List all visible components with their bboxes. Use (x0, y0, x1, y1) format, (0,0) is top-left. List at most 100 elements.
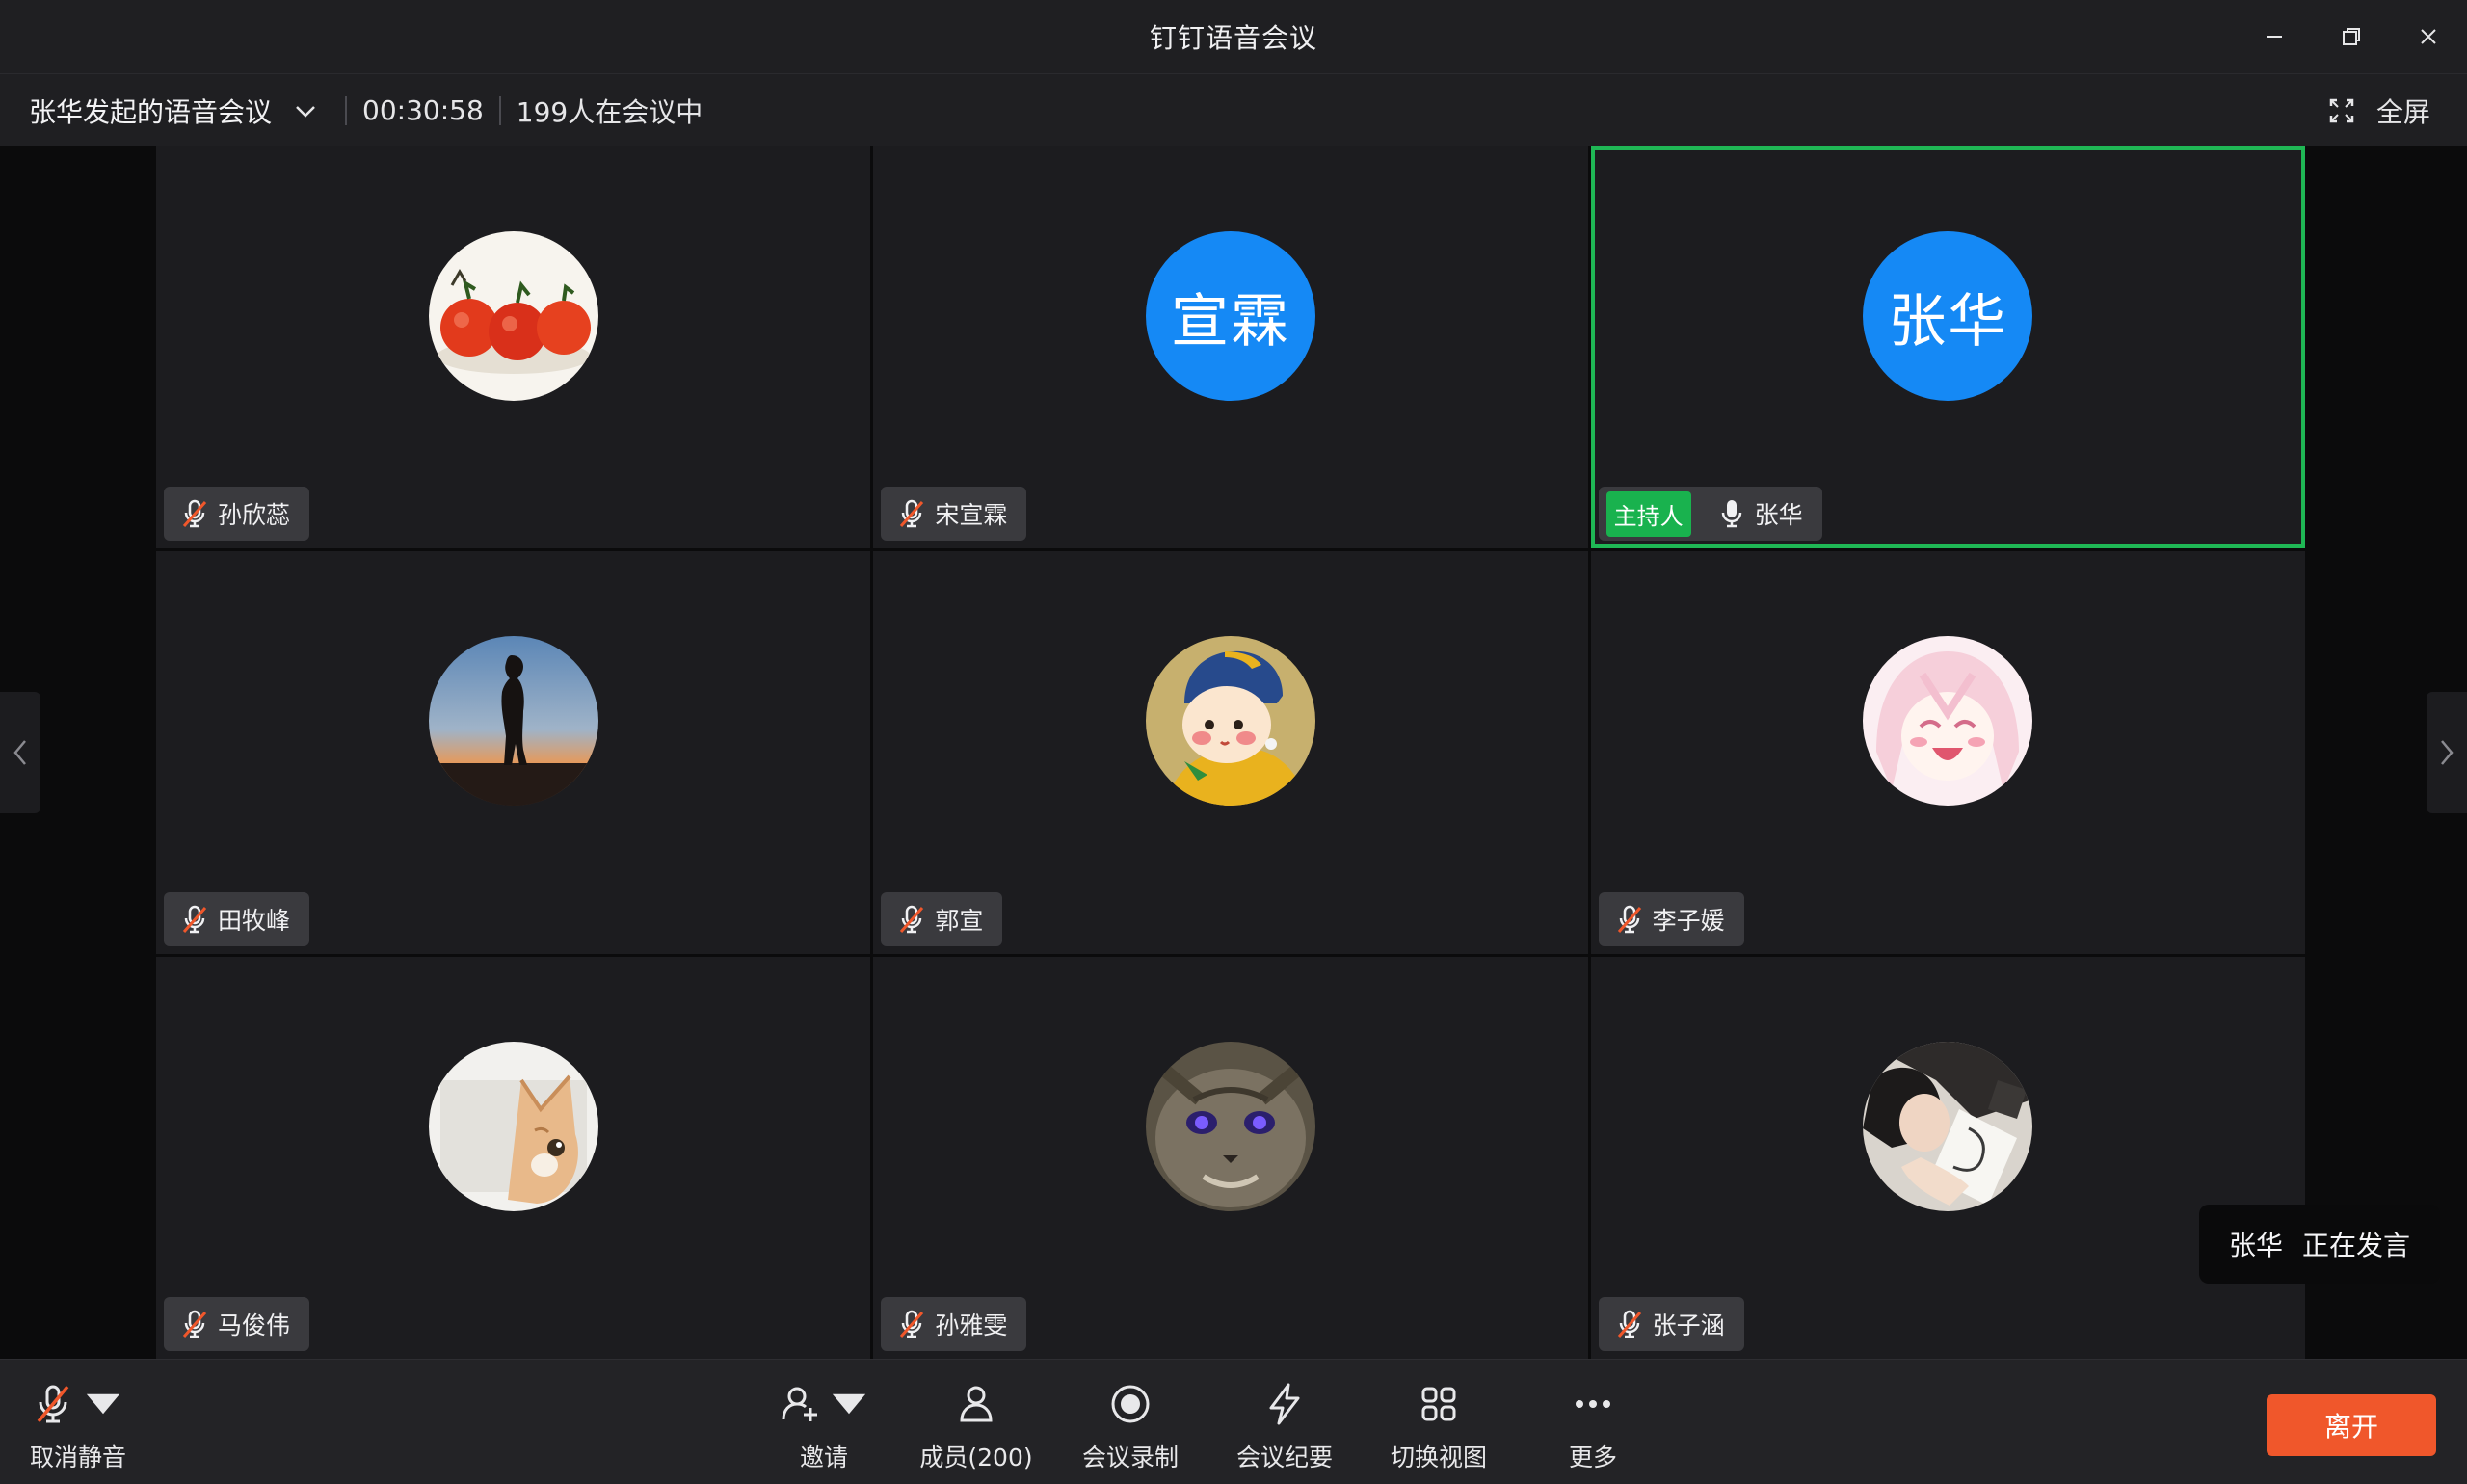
members-label: 成员(200) (919, 1444, 1033, 1471)
meeting-duration: 00:30:58 (362, 94, 484, 126)
record-icon (1111, 1385, 1150, 1423)
window-controls (2236, 0, 2467, 73)
host-badge: 主持人 (1605, 490, 1691, 537)
avatar (1145, 636, 1315, 807)
avatar (428, 231, 598, 401)
close-icon (2421, 29, 2436, 44)
window-title: 钉钉语音会议 (1149, 22, 1317, 54)
next-page-button[interactable] (2427, 692, 2467, 813)
participant-name-tag: 马俊伟 (164, 1297, 310, 1351)
participant-name: 宋宣霖 (935, 501, 1008, 530)
close-button[interactable] (2390, 0, 2467, 73)
participant-tile[interactable]: 宣霖 宋宣霖 (873, 146, 1588, 549)
invite-button[interactable]: 邀请 (761, 1379, 887, 1475)
participant-name: 孙欣蕊 (218, 501, 291, 530)
meeting-toolbar: 取消静音 邀请 成员(200) 会议录制 会议纪要 切换视图 更多 离开 (0, 1359, 2467, 1484)
meeting-info-bar: 张华发起的语音会议 00:30:58 199人在会议中 全屏 (0, 73, 2467, 146)
cartoon-girl-avatar-image (1145, 636, 1315, 807)
participant-name: 孙雅雯 (935, 1312, 1008, 1339)
caret-down-icon[interactable] (826, 1381, 872, 1427)
participant-name-tag: 郭宣 (881, 891, 1003, 946)
participant-name: 田牧峰 (218, 906, 291, 935)
video-stage: 孙欣蕊 宣霖 宋宣霖 张华 主持人 张华 田牧峰 郭宣 李子媛 马俊伟 孙雅雯 … (0, 146, 2467, 1359)
tomatoes-avatar-image (428, 231, 598, 401)
more-dots-icon (1576, 1400, 1610, 1408)
participant-name-tag: 孙欣蕊 (164, 487, 310, 542)
switch-view-button[interactable]: 切换视图 (1376, 1379, 1501, 1475)
mic-muted-icon (182, 1310, 207, 1338)
participant-tile[interactable]: 孙雅雯 (873, 956, 1588, 1359)
fullscreen-icon (2329, 98, 2354, 123)
chevron-down-icon (296, 105, 315, 118)
avatar-initials: 宣霖 (1170, 287, 1290, 356)
speaker-name: 张华 (2228, 1230, 2283, 1261)
chevron-right-icon (2441, 740, 2454, 765)
restore-button[interactable] (2313, 0, 2390, 73)
fullscreen-label: 全屏 (2375, 96, 2430, 128)
participant-name-tag: 李子媛 (1598, 891, 1744, 946)
avatar: 宣霖 (1145, 231, 1315, 401)
members-icon (960, 1386, 993, 1422)
minimize-button[interactable] (2236, 0, 2313, 73)
prev-page-button[interactable] (0, 692, 40, 813)
grid-view-icon (1421, 1387, 1456, 1421)
minutes-button[interactable]: 会议纪要 (1222, 1379, 1347, 1475)
active-speaker-toast: 张华 正在发言 (2199, 1205, 2440, 1284)
meeting-name-dropdown[interactable]: 张华发起的语音会议 (29, 92, 318, 130)
invite-label: 邀请 (799, 1444, 848, 1471)
avatar (428, 636, 598, 807)
participant-name-tag: 田牧峰 (164, 891, 310, 946)
mic-muted-icon (900, 1310, 924, 1338)
participant-tile[interactable]: 孙欣蕊 (156, 146, 871, 549)
participant-name-tag: 孙雅雯 (881, 1297, 1027, 1351)
participant-tile[interactable]: 张子涵 (1590, 956, 2305, 1359)
restore-icon (2343, 28, 2360, 45)
unmute-button[interactable]: 取消静音 (15, 1379, 141, 1475)
avatar (1145, 1041, 1315, 1211)
avatar (1863, 636, 2033, 807)
record-button[interactable]: 会议录制 (1068, 1379, 1193, 1475)
leave-button[interactable]: 离开 (2267, 1394, 2436, 1456)
caret-down-icon[interactable] (80, 1381, 126, 1427)
participant-tile-active-speaker[interactable]: 张华 主持人 张华 (1590, 146, 2305, 549)
participant-name-tag: 张子涵 (1598, 1297, 1744, 1351)
participant-tile[interactable]: 郭宣 (873, 551, 1588, 954)
mic-muted-icon (182, 905, 207, 933)
mic-muted-icon (900, 905, 924, 933)
chevron-left-icon (13, 740, 26, 765)
avatar: 张华 (1863, 231, 2033, 401)
avatar (1863, 1041, 2033, 1211)
avatar-initials: 张华 (1888, 287, 2008, 356)
participant-name: 马俊伟 (218, 1312, 291, 1339)
participant-count: 199人在会议中 (516, 95, 703, 128)
person-drawing-avatar-image (1863, 1041, 2033, 1211)
more-button[interactable]: 更多 (1530, 1379, 1656, 1475)
participant-name: 郭宣 (935, 906, 984, 935)
mic-icon (1721, 500, 1741, 528)
avatar (428, 1041, 598, 1211)
cat-glowing-eyes-avatar-image (1145, 1041, 1315, 1211)
participant-name: 张子涵 (1652, 1312, 1725, 1339)
record-label: 会议录制 (1081, 1444, 1179, 1471)
title-bar: 钉钉语音会议 (0, 0, 2467, 73)
divider (345, 95, 348, 125)
mic-muted-icon (1617, 905, 1641, 933)
switch-view-label: 切换视图 (1390, 1444, 1487, 1471)
members-button[interactable]: 成员(200) (914, 1379, 1039, 1475)
participant-tile[interactable]: 马俊伟 (156, 956, 871, 1359)
mic-muted-icon (900, 500, 924, 528)
speaker-status: 正在发言 (2302, 1230, 2411, 1261)
participant-name-tag: 主持人 张华 (1598, 487, 1822, 542)
mic-muted-icon (1617, 1310, 1641, 1338)
mic-muted-icon (182, 500, 207, 528)
participant-grid: 孙欣蕊 宣霖 宋宣霖 张华 主持人 张华 田牧峰 郭宣 李子媛 马俊伟 孙雅雯 … (156, 146, 2305, 1359)
lightning-icon (1269, 1383, 1300, 1425)
participant-tile[interactable]: 李子媛 (1590, 551, 2305, 954)
cat-peeking-avatar-image (428, 1041, 598, 1211)
meeting-name: 张华发起的语音会议 (29, 95, 273, 128)
fullscreen-button[interactable]: 全屏 (2328, 74, 2430, 147)
participant-tile[interactable]: 田牧峰 (156, 551, 871, 954)
minutes-label: 会议纪要 (1235, 1444, 1333, 1471)
participant-name: 李子媛 (1652, 906, 1725, 935)
mic-muted-icon (37, 1385, 69, 1423)
